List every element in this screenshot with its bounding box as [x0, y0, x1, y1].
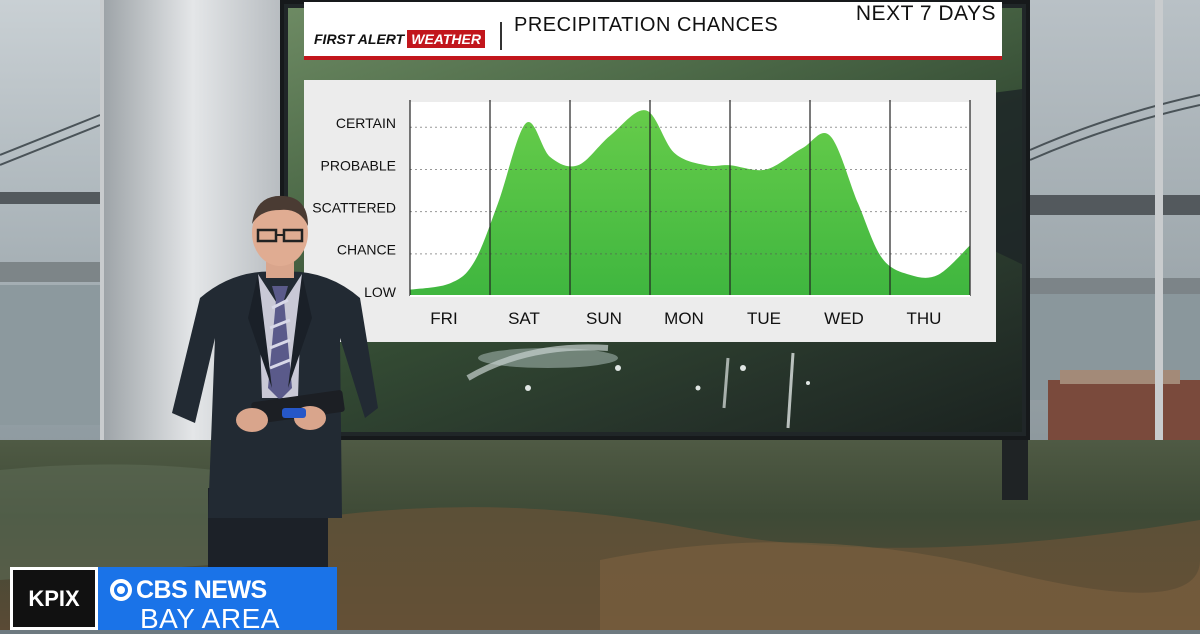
precipitation-chart: LOW CHANCE SCATTERED PROBABLE CERTAIN FRI SAT S… — [304, 80, 996, 342]
y-level-label: PROBABLE — [321, 157, 396, 173]
network-bug: CBS NEWS BAY AREA — [98, 567, 337, 634]
forecast-period: NEXT 7 DAYS — [855, 2, 996, 25]
network-name: CBS NEWS — [136, 576, 267, 604]
header-divider — [500, 22, 502, 50]
graphic-header: FIRST ALERT WEATHER PRECIPITATION CHANCE… — [304, 2, 1002, 60]
station-logo: KPIX — [10, 567, 98, 630]
day-label: WED — [824, 309, 864, 328]
day-label: TUE — [747, 309, 781, 328]
precipitation-chart-svg: LOWCHANCESCATTEREDPROBABLECERTAINFRI SAT S… — [312, 100, 971, 328]
day-label: THU — [907, 309, 942, 328]
day-label: MON — [664, 309, 704, 328]
y-level-label: CERTAIN — [336, 115, 396, 131]
weather-anchor — [172, 195, 378, 630]
graphic-title: PRECIPITATION CHANCES — [514, 14, 779, 36]
day-label: SUN — [586, 309, 622, 328]
cbs-eye-icon — [110, 579, 132, 601]
day-label: SAT — [508, 309, 540, 328]
day-label: FRI — [430, 309, 457, 328]
first-alert-weather-logo: FIRST ALERT WEATHER — [314, 30, 485, 48]
lower-third: KPIX CBS NEWS BAY AREA — [10, 567, 337, 634]
